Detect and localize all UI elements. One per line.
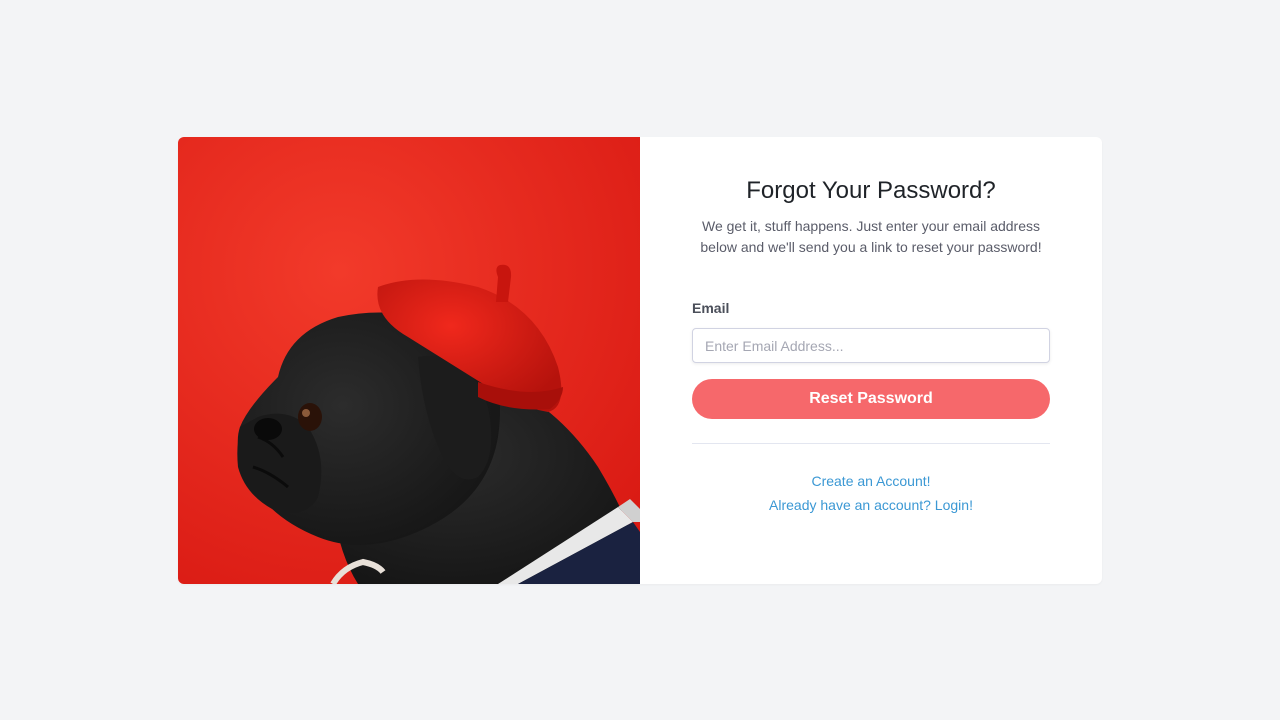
divider [692, 443, 1050, 444]
forgot-password-card: Forgot Your Password? We get it, stuff h… [178, 137, 1102, 584]
page-title: Forgot Your Password? [746, 177, 996, 204]
reset-password-button[interactable]: Reset Password [692, 379, 1050, 419]
email-input[interactable] [692, 328, 1050, 363]
pug-photo [178, 137, 640, 584]
create-account-link[interactable]: Create an Account! [640, 473, 1102, 489]
form-panel: Forgot Your Password? We get it, stuff h… [640, 137, 1102, 584]
login-link[interactable]: Already have an account? Login! [640, 497, 1102, 513]
email-label: Email [692, 300, 730, 316]
page-subtitle: We get it, stuff happens. Just enter you… [700, 218, 1042, 255]
